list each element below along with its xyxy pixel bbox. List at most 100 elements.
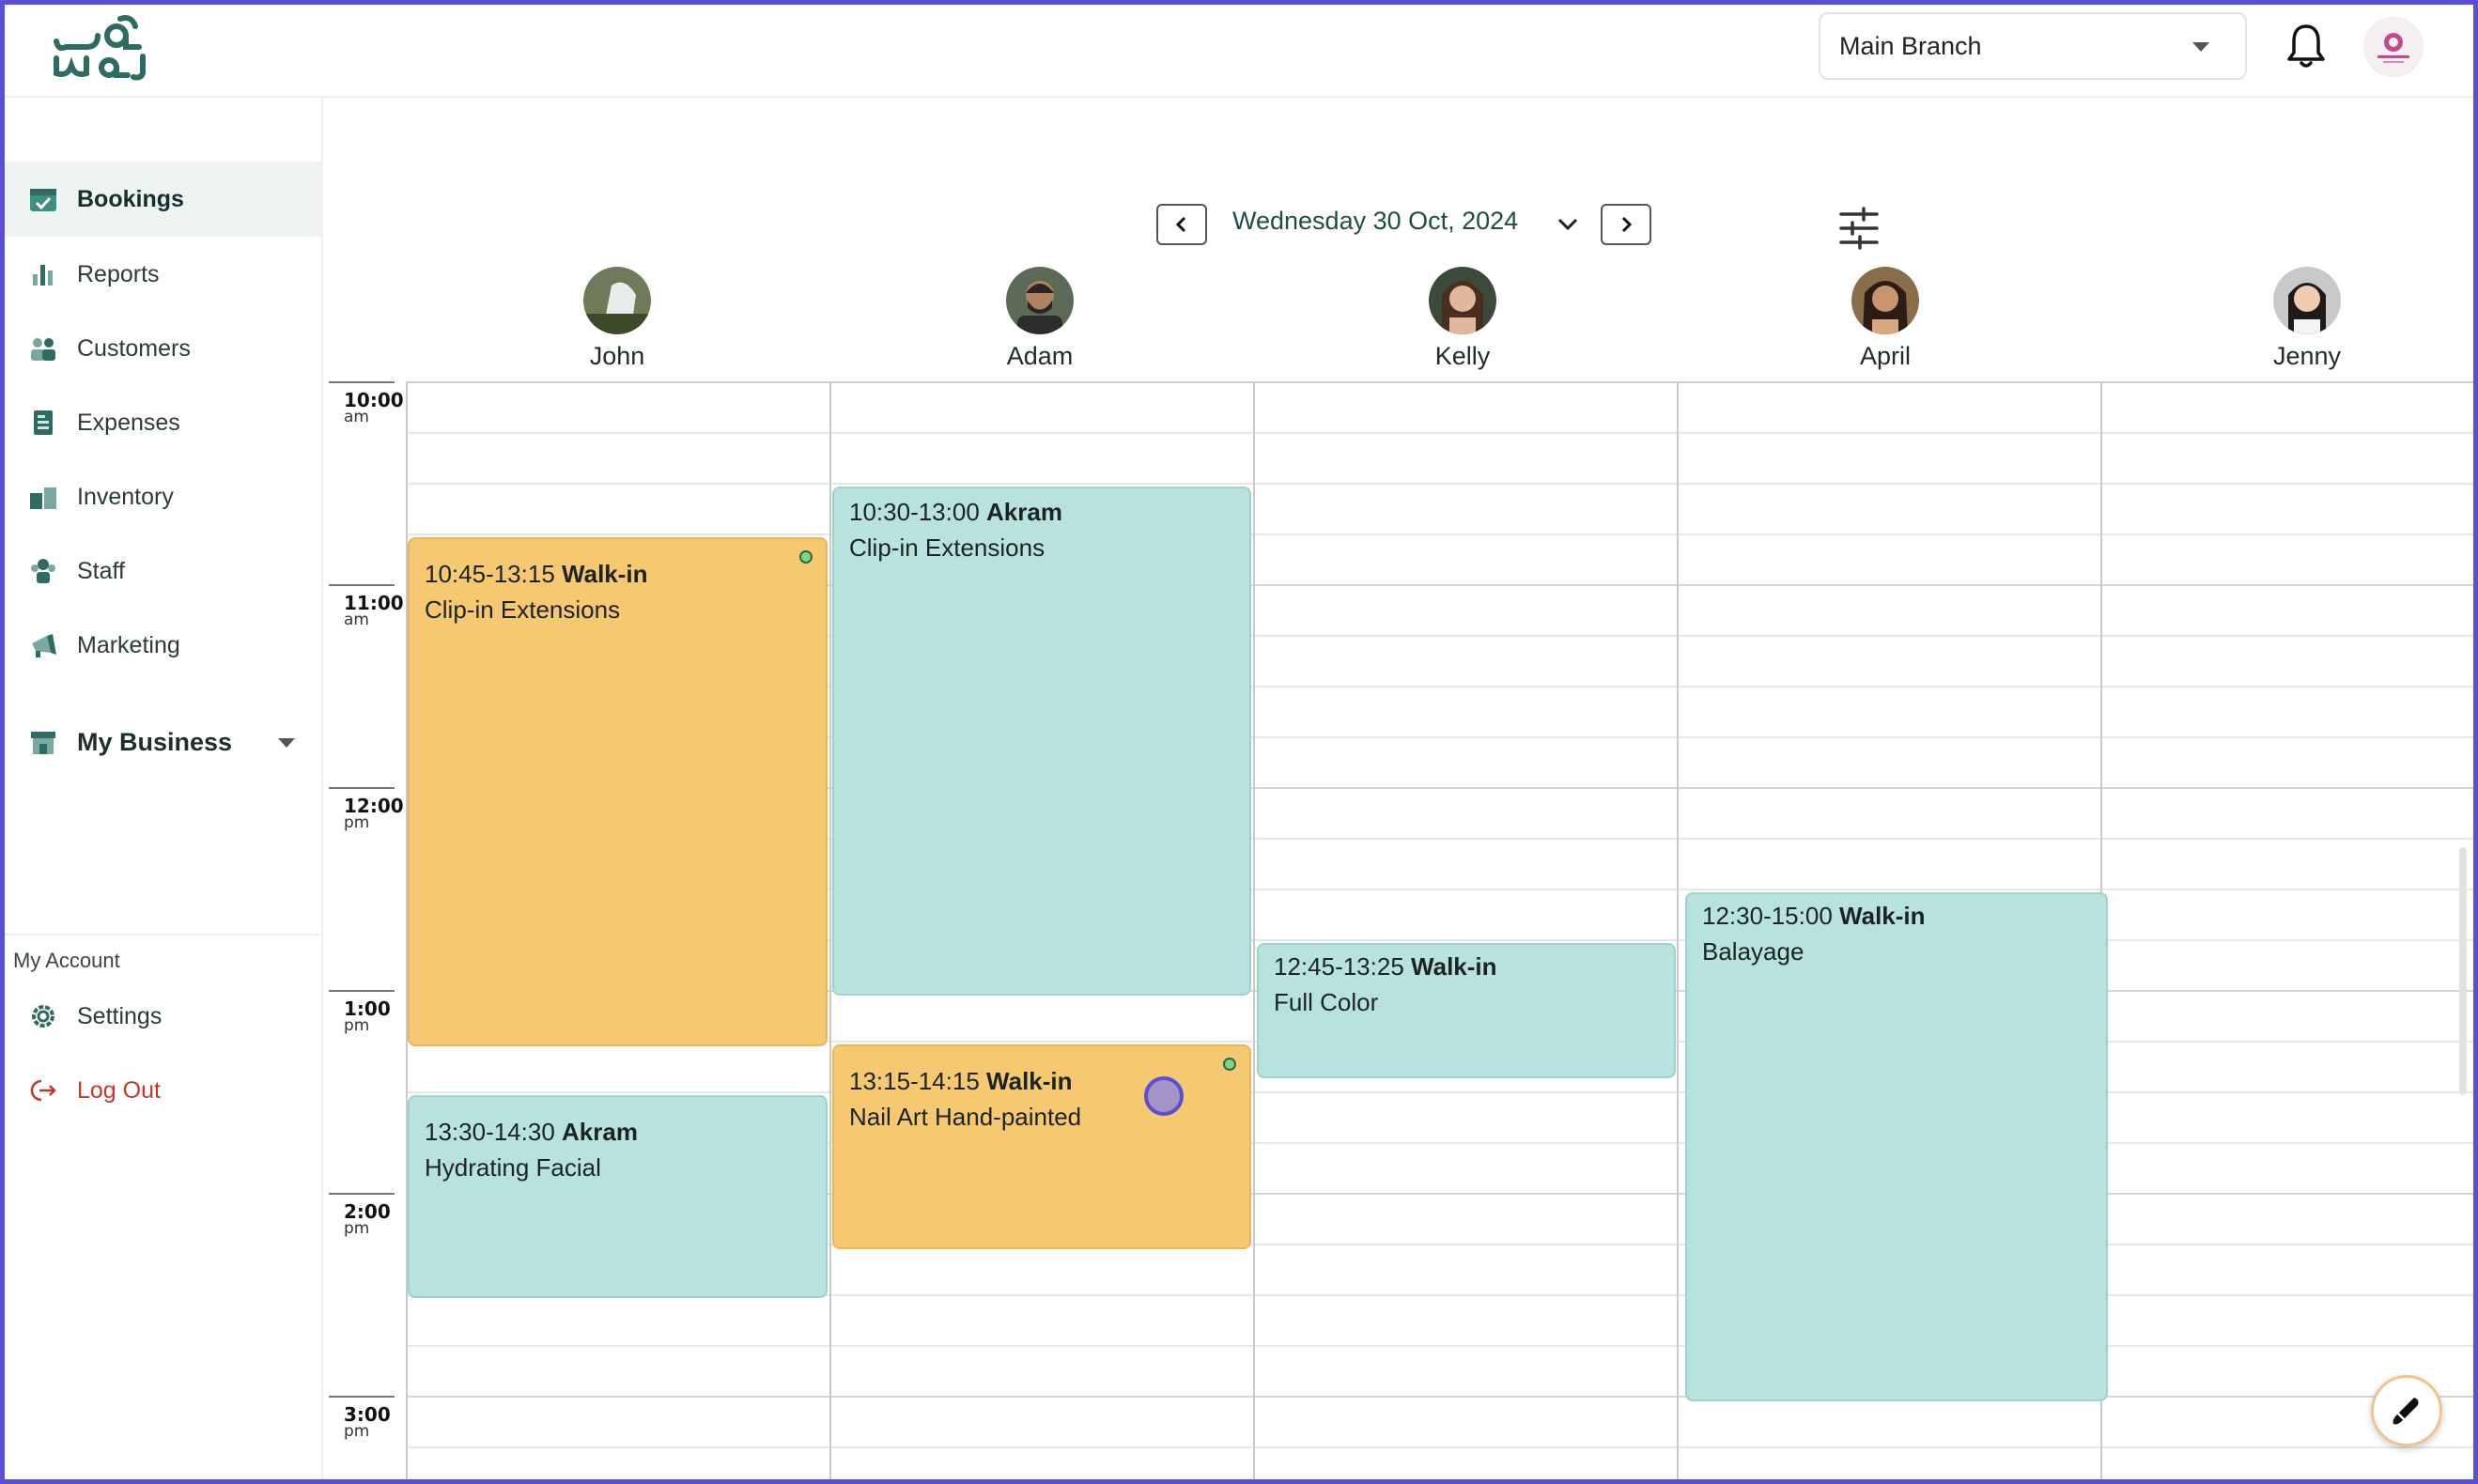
sidebar-item-label: Settings bbox=[77, 1002, 163, 1029]
prev-day-button[interactable] bbox=[1156, 204, 1207, 245]
avatar bbox=[1429, 267, 1496, 334]
time-hour: 11:00 bbox=[344, 592, 404, 614]
booking-card[interactable]: 12:45-13:25 Walk-in Full Color bbox=[1257, 943, 1676, 1078]
staff-name: April bbox=[1859, 342, 1911, 370]
booking-header: 12:45-13:25 Walk-in bbox=[1274, 949, 1659, 984]
logout-icon bbox=[30, 1079, 56, 1102]
staff-column-header-john[interactable]: John bbox=[523, 267, 711, 372]
booking-customer: Walk-in bbox=[986, 1067, 1073, 1095]
account-logo-icon bbox=[2377, 33, 2409, 63]
calendar-grid: 10:00 am 11:00 am 12:00 pm 1:00 pm 2:00 … bbox=[323, 381, 2474, 1484]
time-meridiem: pm bbox=[344, 1016, 370, 1035]
time-tick bbox=[329, 1193, 395, 1195]
sidebar-item-inventory[interactable]: Inventory bbox=[0, 459, 321, 534]
time-label: 12:00 pm bbox=[344, 796, 404, 832]
grid-line bbox=[406, 1091, 2474, 1093]
filter-sliders-icon[interactable] bbox=[1837, 207, 1881, 250]
account-section-label: My Account bbox=[13, 949, 120, 972]
top-bar: Main Branch bbox=[0, 0, 2478, 98]
staff-column-header-adam[interactable]: Adam bbox=[946, 267, 1134, 372]
sidebar-item-label: Inventory bbox=[77, 483, 174, 510]
grid-line bbox=[406, 1396, 2474, 1398]
chevron-down-icon[interactable] bbox=[278, 738, 295, 748]
account-avatar[interactable] bbox=[2363, 17, 2424, 77]
sidebar-item-reports[interactable]: Reports bbox=[0, 237, 321, 312]
quick-action-button[interactable] bbox=[2371, 1375, 2442, 1446]
booking-time-range: 12:30-15:00 bbox=[1702, 902, 1833, 930]
booking-service: Clip-in Extensions bbox=[425, 595, 621, 624]
booking-card[interactable]: 10:30-13:00 Akram Clip-in Extensions bbox=[832, 487, 1251, 996]
sidebar: Bookings Reports Customers Expenses Inve… bbox=[0, 98, 323, 1484]
grid-line bbox=[406, 1446, 2474, 1448]
chevron-left-icon bbox=[1175, 216, 1186, 233]
booking-card[interactable]: 13:15-14:15 Walk-in Nail Art Hand-painte… bbox=[832, 1044, 1251, 1249]
time-tick bbox=[329, 787, 395, 789]
booking-customer: Akram bbox=[986, 498, 1062, 526]
staff-name: Jenny bbox=[2272, 342, 2342, 370]
column-divider bbox=[829, 381, 831, 1484]
booking-card[interactable]: 13:30-14:30 Akram Hydrating Facial bbox=[408, 1095, 828, 1298]
avatar bbox=[1851, 267, 1919, 334]
sidebar-item-settings[interactable]: Settings bbox=[0, 979, 321, 1054]
next-day-button[interactable] bbox=[1601, 204, 1651, 245]
column-divider bbox=[1677, 381, 1679, 1484]
chevron-down-icon[interactable] bbox=[1556, 214, 1580, 235]
sidebar-divider bbox=[0, 934, 321, 935]
sidebar-item-logout[interactable]: Log Out bbox=[0, 1053, 321, 1128]
chevron-down-icon bbox=[2192, 42, 2209, 52]
sidebar-item-label: Expenses bbox=[77, 409, 180, 436]
gear-icon bbox=[32, 1005, 54, 1028]
time-label: 1:00 pm bbox=[344, 999, 391, 1035]
booking-service: Hydrating Facial bbox=[425, 1153, 601, 1182]
column-divider bbox=[1253, 381, 1255, 1484]
branch-select[interactable]: Main Branch bbox=[1819, 12, 2247, 80]
time-hour: 10:00 bbox=[344, 389, 404, 411]
booking-card[interactable]: 12:30-15:00 Walk-in Balayage bbox=[1685, 892, 2108, 1401]
sidebar-item-label: Customers bbox=[77, 334, 191, 362]
booking-header: 10:45-13:15 Walk-in bbox=[425, 556, 811, 592]
bell-icon[interactable] bbox=[2284, 21, 2328, 70]
bar-chart-icon bbox=[33, 265, 53, 286]
booking-customer: Walk-in bbox=[1839, 902, 1926, 930]
staff-name: Kelly bbox=[1434, 342, 1491, 370]
time-label: 11:00 am bbox=[344, 592, 404, 628]
date-picker-label[interactable]: Wednesday 30 Oct, 2024 bbox=[1232, 207, 1518, 236]
grid-line bbox=[406, 533, 2474, 535]
booking-customer: Walk-in bbox=[1411, 952, 1497, 981]
time-label: 2:00 pm bbox=[344, 1202, 391, 1238]
staff-icon bbox=[31, 559, 55, 583]
time-tick bbox=[329, 381, 395, 383]
sidebar-item-label: Staff bbox=[77, 557, 125, 584]
booking-customer: Akram bbox=[562, 1118, 638, 1146]
sidebar-item-expenses[interactable]: Expenses bbox=[0, 385, 321, 460]
booking-customer: Walk-in bbox=[562, 560, 648, 588]
time-meridiem: pm bbox=[344, 813, 370, 832]
sidebar-item-customers[interactable]: Customers bbox=[0, 311, 321, 386]
boxes-icon bbox=[30, 487, 56, 509]
time-meridiem: pm bbox=[344, 1422, 370, 1441]
calendar-check-icon bbox=[30, 189, 56, 211]
staff-name: Adam bbox=[1006, 342, 1074, 370]
sidebar-item-marketing[interactable]: Marketing bbox=[0, 608, 321, 683]
booking-card[interactable]: 10:45-13:15 Walk-in Clip-in Extensions bbox=[408, 537, 828, 1046]
brand-logo[interactable] bbox=[49, 13, 160, 81]
booking-time-range: 12:45-13:25 bbox=[1274, 952, 1404, 981]
staff-column-header-april[interactable]: April bbox=[1791, 267, 1979, 372]
sidebar-item-label: Marketing bbox=[77, 631, 180, 658]
staff-column-header-jenny[interactable]: Jenny bbox=[2213, 267, 2401, 372]
booking-time-range: 13:30-14:30 bbox=[425, 1118, 555, 1146]
sidebar-item-staff[interactable]: Staff bbox=[0, 533, 321, 609]
receipt-icon bbox=[34, 410, 53, 435]
booking-header: 10:30-13:00 Akram bbox=[849, 494, 1234, 530]
sidebar-item-bookings[interactable]: Bookings bbox=[0, 162, 321, 237]
sidebar-item-my-business[interactable]: My Business bbox=[0, 704, 321, 780]
branch-select-value: Main Branch bbox=[1839, 31, 1982, 60]
time-label: 10:00 am bbox=[344, 391, 404, 425]
time-meridiem: pm bbox=[344, 1219, 370, 1238]
status-dot bbox=[1223, 1058, 1236, 1071]
grid-line bbox=[406, 381, 2474, 383]
staff-column-header-kelly[interactable]: Kelly bbox=[1369, 267, 1556, 372]
sidebar-item-label: Reports bbox=[77, 260, 160, 287]
avatar bbox=[1006, 267, 1074, 334]
vertical-scrollbar[interactable] bbox=[2459, 847, 2467, 1095]
